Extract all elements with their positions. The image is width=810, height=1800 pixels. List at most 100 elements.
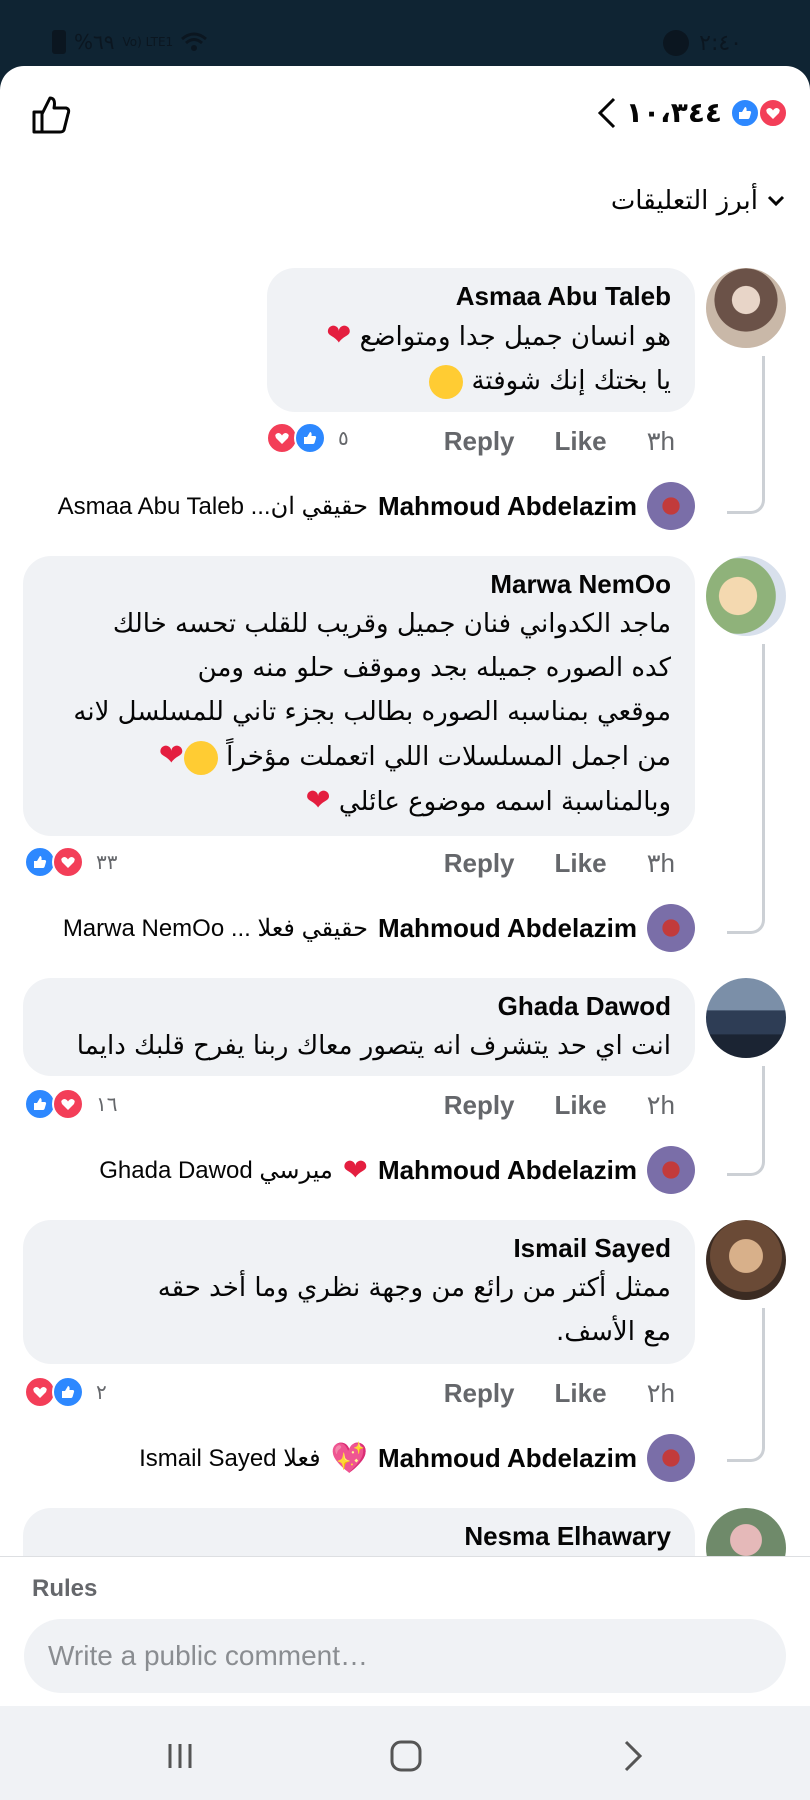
reply-button[interactable]: Reply — [444, 426, 515, 457]
like-reaction-icon — [730, 97, 760, 128]
status-right: ٢:٤٠ — [663, 30, 742, 56]
comment-author[interactable]: Ghada Dawod — [47, 988, 671, 1024]
reply-button[interactable]: Reply — [444, 848, 515, 879]
avatar[interactable] — [706, 1220, 786, 1300]
comment-bubble[interactable]: Ismail Sayed ممثل أكتر من رائع من وجهة ن… — [23, 1220, 695, 1364]
comment-text-line: مع الأسف. — [555, 1317, 671, 1347]
comment-text-line: وبالمناسبة اسمه موضوع عائلي ❤ — [305, 783, 671, 818]
reply-avatar — [647, 1434, 695, 1482]
comment-text-line: ماجد الكدواني فنان جميل وقريب للقلب تحسه… — [112, 609, 671, 639]
comment-text-line: من اجمل المسلسلات اللي اتعملت مؤخراً ❤ — [158, 738, 671, 775]
comment-text-line: كده الصوره جميله بجد وموقف حلو منه ومن — [197, 653, 671, 683]
like-reaction-icon — [294, 422, 326, 454]
reply-snippet: Ghada Dawod ميرسي — [99, 1156, 333, 1184]
comment-reactions[interactable]: ٥ — [266, 422, 349, 454]
smiling-hearts-emoji-icon — [429, 364, 464, 399]
comment-author[interactable]: Nesma Elhawary — [47, 1518, 671, 1554]
reply-avatar — [647, 482, 695, 530]
comments-sheet: ١٠،٣٤٤ أبرز التعليقات Asmaa Abu Taleb هو… — [0, 66, 810, 1800]
like-button[interactable]: Like — [555, 848, 607, 879]
thread-line — [727, 1308, 765, 1462]
love-reaction-icon — [52, 846, 84, 878]
comment-author[interactable]: Ismail Sayed — [47, 1230, 671, 1266]
reply-button[interactable]: Reply — [444, 1378, 515, 1409]
reaction-number: ٥ — [338, 426, 349, 450]
avatar[interactable] — [706, 268, 786, 348]
recent-apps-icon[interactable] — [160, 1736, 200, 1776]
reply-snippet: Marwa NemOo ... حقيقي فعلا — [62, 914, 368, 942]
reply-preview[interactable]: Marwa NemOo ... حقيقي فعلا Mahmoud Abdel… — [63, 904, 695, 952]
home-icon[interactable] — [386, 1736, 426, 1776]
reaction-number: ٣٣ — [96, 850, 118, 874]
thread-line — [727, 644, 765, 934]
rules-link[interactable]: Rules — [32, 1575, 97, 1603]
comment-bubble[interactable]: Asmaa Abu Taleb هو انسان جميل جدا ومتواض… — [267, 268, 695, 412]
heart-emoji-icon: ❤ — [305, 783, 331, 818]
comment-reactions[interactable]: ٣٣ — [24, 846, 117, 878]
chevron-left-icon — [597, 97, 615, 128]
comment-time: ٢h — [646, 1090, 675, 1120]
comment-bubble[interactable]: Marwa NemOo ماجد الكدواني فنان جميل وقري… — [23, 556, 695, 836]
comment-author[interactable]: Marwa NemOo — [47, 566, 671, 602]
wifi-icon — [181, 32, 208, 51]
love-reaction-icon — [52, 1088, 84, 1120]
reply-preview[interactable]: Ghada Dawod ميرسي ❤ Mahmoud Abdelazim — [99, 1146, 695, 1194]
reaction-count: ١٠،٣٤٤ — [625, 96, 722, 129]
comment-text-line: هو انسان جميل جدا ومتواضع ❤ — [326, 318, 671, 353]
comment-text-line: انت اي حد يتشرف انه يتصور معاك ربنا يفرح… — [76, 1031, 671, 1061]
reply-author: Mahmoud Abdelazim — [377, 912, 637, 943]
reply-preview[interactable]: Asmaa Abu Taleb ...حقيقي ان Mahmoud Abde… — [58, 482, 695, 530]
comment-time: ٣h — [646, 848, 675, 878]
comment-reactions[interactable]: ١٦ — [24, 1088, 117, 1120]
heart-emoji-icon: ❤ — [158, 738, 184, 773]
reply-avatar — [647, 904, 695, 952]
chevron-down-icon — [767, 195, 785, 207]
status-left: %٦٩ Vo) LTE1 — [52, 30, 208, 54]
reply-author: Mahmoud Abdelazim — [377, 1154, 637, 1185]
reply-author: Mahmoud Abdelazim — [377, 1442, 637, 1473]
comments-header: ١٠،٣٤٤ — [0, 66, 810, 166]
status-bar: %٦٩ Vo) LTE1 ٢:٤٠ — [0, 0, 810, 66]
reply-preview[interactable]: Ismail Sayed فعلا 💖 Mahmoud Abdelazim — [139, 1434, 695, 1482]
comment-text-line: ممثل أكتر من رائع من وجهة نظري وما أخد ح… — [157, 1273, 671, 1303]
network-indicator: Vo) LTE1 — [122, 35, 174, 49]
facebook-notification-icon — [663, 30, 690, 56]
comment-bubble[interactable]: Ghada Dawod انت اي حد يتشرف انه يتصور مع… — [23, 978, 695, 1076]
like-outline-icon[interactable] — [30, 94, 72, 136]
thread-line — [727, 356, 765, 514]
battery-level: %٦٩ — [74, 30, 115, 54]
clock: ٢:٤٠ — [699, 30, 742, 56]
avatar[interactable] — [706, 978, 786, 1058]
heart-emoji-icon: ❤ — [326, 318, 352, 353]
sort-label: أبرز التعليقات — [610, 186, 758, 216]
reaction-number: ٢ — [96, 1380, 107, 1404]
sparkling-heart-emoji-icon: 💖 — [330, 1440, 368, 1476]
comment-time: ٢h — [646, 1378, 675, 1408]
comment-time: ٣h — [646, 426, 675, 456]
like-button[interactable]: Like — [555, 1378, 607, 1409]
reply-snippet: Asmaa Abu Taleb ...حقيقي ان — [57, 492, 368, 520]
comment-actions: Reply Like ٣h — [444, 426, 675, 457]
reply-button[interactable]: Reply — [444, 1090, 515, 1121]
reply-author: Mahmoud Abdelazim — [377, 490, 637, 521]
reactions-summary[interactable]: ١٠،٣٤٤ — [596, 96, 788, 129]
like-button[interactable]: Like — [555, 1090, 607, 1121]
like-button[interactable]: Like — [555, 426, 607, 457]
reply-avatar — [647, 1146, 695, 1194]
comment-actions: Reply Like ٢h — [444, 1378, 675, 1409]
battery-icon — [52, 30, 66, 54]
heart-eyes-emoji-icon — [183, 740, 218, 775]
sort-dropdown[interactable]: أبرز التعليقات — [611, 186, 786, 216]
comment-reactions[interactable]: ٢ — [24, 1376, 107, 1408]
comment-text-line: يا بختك إنك شوفتة — [291, 359, 671, 403]
thread-line — [727, 1066, 765, 1176]
heart-emoji-icon: ❤ — [342, 1152, 368, 1188]
reaction-number: ١٦ — [96, 1092, 118, 1116]
avatar[interactable] — [706, 556, 786, 636]
comment-text-line: موقعي بمناسبه الصوره بطالب بجزء تاني للم… — [73, 697, 671, 727]
love-reaction-icon — [758, 97, 788, 128]
reply-snippet: Ismail Sayed فعلا — [139, 1444, 321, 1472]
comment-author[interactable]: Asmaa Abu Taleb — [291, 278, 671, 314]
back-icon[interactable] — [612, 1736, 652, 1776]
comment-input[interactable] — [24, 1619, 786, 1693]
